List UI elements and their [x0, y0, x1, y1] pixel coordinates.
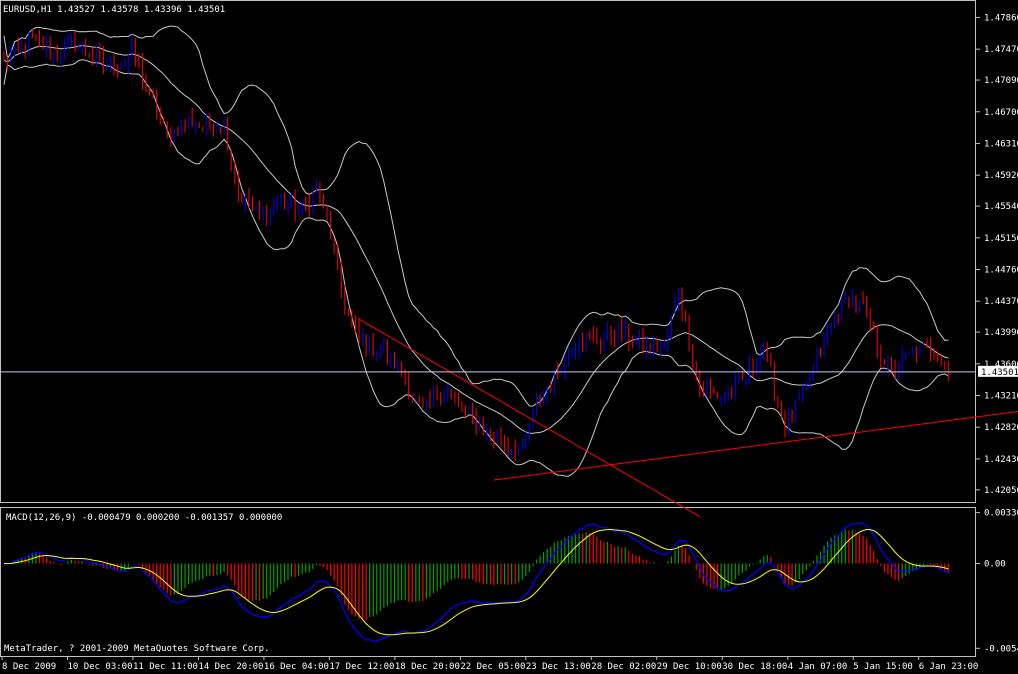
time-tick-label: 28 Dec 02:00 — [591, 662, 656, 672]
macd-tick-label: 0.00330 — [984, 509, 1018, 519]
macd-title: MACD(12,26,9) -0.000479 0.000200 -0.0013… — [6, 513, 282, 523]
macd-tick-label: 0.00 — [984, 560, 1006, 570]
time-tick-label: 11 Dec 11:00 — [133, 662, 198, 672]
macd-lines — [3, 522, 949, 642]
price-axis: 1.47860 1.47470 1.47090 1.46700 1.46310 1.459… — [976, 13, 1018, 496]
chart-canvas[interactable]: 1.47860 1.47470 1.47090 1.46700 1.46310 1.459… — [0, 0, 1018, 674]
time-tick-label: 17 Dec 12:00 — [329, 662, 394, 672]
time-tick-label: 23 Dec 13:00 — [526, 662, 591, 672]
price-tick-label: 1.43990 — [984, 328, 1018, 338]
svg-text:1.43501: 1.43501 — [981, 368, 1018, 378]
time-tick-label: 6 Jan 23:00 — [919, 662, 979, 672]
copyright-text: MetaTrader, ? 2001-2009 MetaQuotes Softw… — [4, 644, 270, 654]
time-tick-label: 5 Jan 15:00 — [853, 662, 913, 672]
trendline — [493, 410, 1018, 481]
price-tick-label: 1.44760 — [984, 265, 1018, 275]
time-tick-label: 29 Dec 10:00 — [657, 662, 722, 672]
price-tick-label: 1.46310 — [984, 139, 1018, 149]
time-tick-label: 18 Dec 20:00 — [395, 662, 460, 672]
macd-frame — [0, 507, 976, 657]
current-price-tag: 1.43501 — [978, 365, 1018, 378]
time-tick-label: 8 Dec 2009 — [2, 662, 56, 672]
price-tick-label: 1.42050 — [984, 486, 1018, 496]
price-tick-label: 1.45150 — [984, 234, 1018, 244]
time-tick-label: 22 Dec 05:00 — [460, 662, 525, 672]
macd-histogram — [6, 529, 949, 621]
time-tick-label: 14 Dec 20:00 — [198, 662, 263, 672]
price-tick-label: 1.44370 — [984, 297, 1018, 307]
time-tick-label: 4 Jan 07:00 — [788, 662, 848, 672]
macd-axis: 0.00330 0.00 -0.00548 — [976, 509, 1018, 654]
price-tick-label: 1.42430 — [984, 455, 1018, 465]
price-tick-label: 1.47470 — [984, 45, 1018, 55]
time-axis: 8 Dec 2009 10 Dec 03:00 11 Dec 11:00 14 Dec… — [1, 656, 979, 672]
bollinger-middle — [3, 45, 949, 434]
price-tick-label: 1.45540 — [984, 202, 1018, 212]
candlesticks — [3, 28, 949, 462]
price-tick-label: 1.47090 — [984, 76, 1018, 86]
time-tick-label: 16 Dec 04:00 — [264, 662, 329, 672]
trendline — [358, 318, 701, 518]
price-tick-label: 1.43210 — [984, 391, 1018, 401]
time-tick-label: 10 Dec 03:00 — [67, 662, 132, 672]
macd-tick-label: -0.00548 — [984, 644, 1018, 654]
price-tick-label: 1.42820 — [984, 423, 1018, 433]
symbol-header: EURUSD,H1 1.43527 1.43578 1.43396 1.4350… — [3, 5, 225, 15]
macd-main-line — [3, 522, 949, 642]
trendlines — [358, 318, 1018, 518]
price-tick-label: 1.46700 — [984, 108, 1018, 118]
price-tick-label: 1.47860 — [984, 13, 1018, 23]
main-chart-frame — [0, 0, 976, 503]
time-tick-label: 30 Dec 18:00 — [722, 662, 787, 672]
price-tick-label: 1.45920 — [984, 171, 1018, 181]
